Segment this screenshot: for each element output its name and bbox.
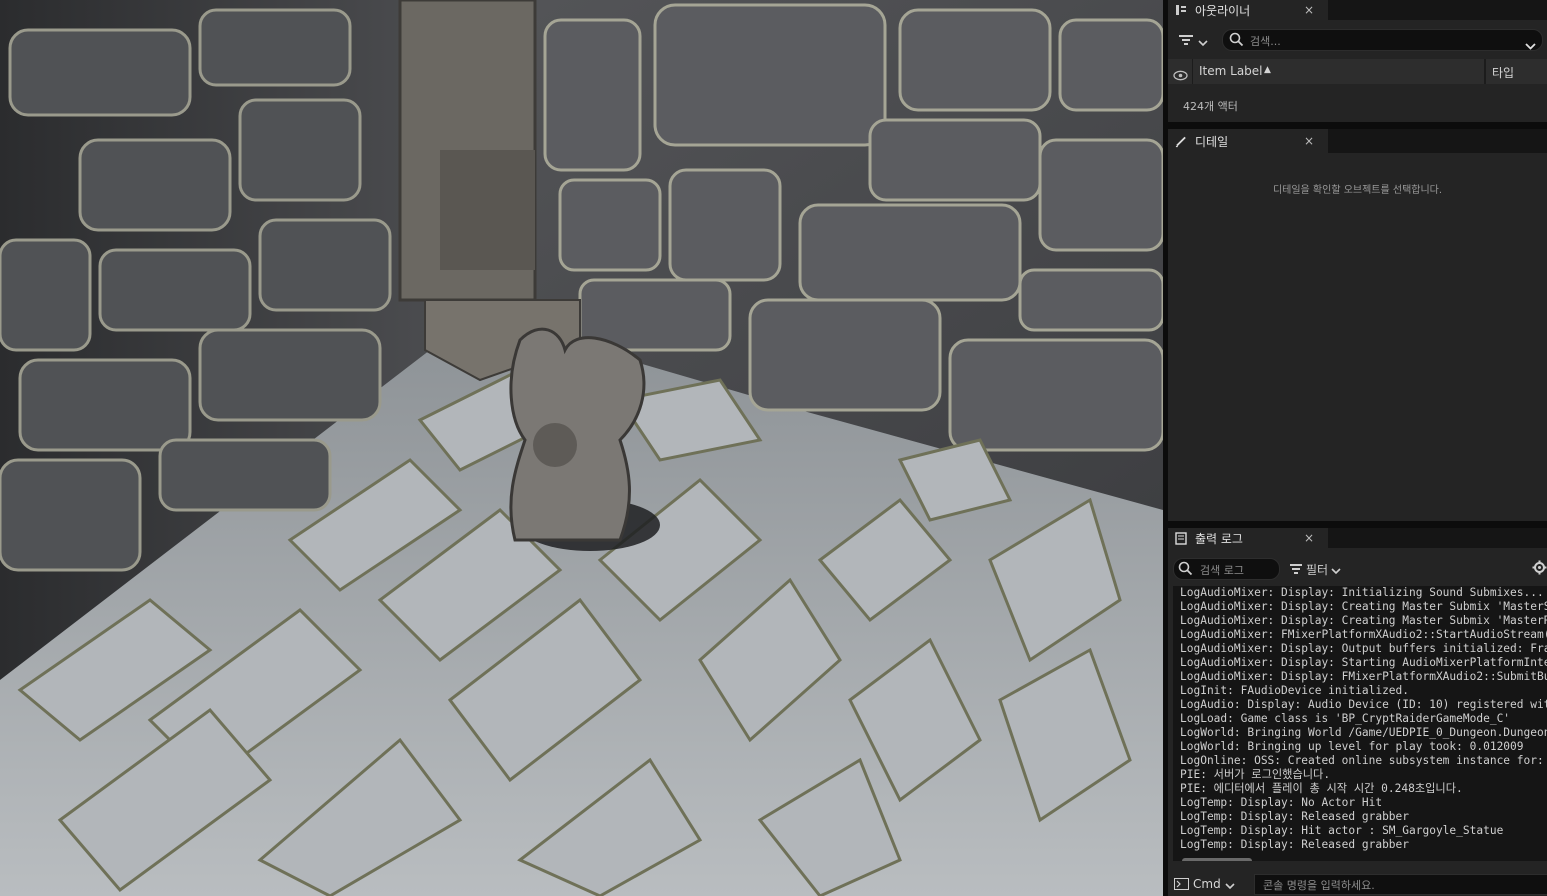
search-icon xyxy=(1229,32,1244,51)
console-command-bar: Cmd 콘솔 명령을 입력하세요. xyxy=(1168,871,1547,896)
log-line: LogLoad: Game class is 'BP_CryptRaiderGa… xyxy=(1180,712,1511,725)
column-type-text: 타입 xyxy=(1492,66,1515,80)
chevron-down-icon xyxy=(1331,560,1341,579)
cmd-label: Cmd xyxy=(1193,877,1221,891)
details-empty-message: 디테일을 확인할 오브젝트를 선택합니다. xyxy=(1272,185,1443,196)
log-line: LogInit: FAudioDevice initialized. xyxy=(1180,684,1410,697)
details-panel: 디테일 × 디테일을 확인할 오브젝트를 선택합니다. xyxy=(1168,129,1547,521)
tab-details[interactable]: 디테일 × xyxy=(1168,129,1328,153)
chevron-down-icon xyxy=(1225,875,1235,894)
log-line: LogAudioMixer: Display: Creating Master … xyxy=(1180,614,1547,627)
log-line: LogAudioMixer: Display: Starting AudioMi… xyxy=(1180,656,1547,669)
log-line: PIE: 서버가 로그인했습니다. xyxy=(1180,768,1331,781)
console-icon xyxy=(1174,875,1189,894)
search-icon xyxy=(1178,561,1193,580)
cmd-placeholder: 콘솔 명령을 입력하세요. xyxy=(1263,879,1375,892)
outliner-panel: 아웃라이너 × 검색... Item Label ▲ 타입 424개 액터 xyxy=(1168,0,1547,122)
outliner-tab-label: 아웃라이너 xyxy=(1195,3,1251,18)
log-line: LogTemp: Display: Hit actor : SM_Gargoyl… xyxy=(1180,824,1504,837)
dungeon-scene xyxy=(0,0,1163,896)
tab-outliner[interactable]: 아웃라이너 × xyxy=(1168,0,1328,20)
horizontal-scrollbar[interactable] xyxy=(1182,858,1252,861)
level-viewport[interactable] xyxy=(0,0,1163,896)
tab-output-log[interactable]: 출력 로그 × xyxy=(1168,528,1328,548)
console-command-input[interactable]: 콘솔 명령을 입력하세요. xyxy=(1254,874,1547,895)
chevron-down-icon[interactable] xyxy=(1525,35,1536,54)
log-line: LogTemp: Display: No Actor Hit xyxy=(1180,796,1383,809)
column-item-label-text: Item Label xyxy=(1199,64,1263,78)
panel-splitter[interactable] xyxy=(1168,521,1547,528)
output-log-tabbar: 출력 로그 × xyxy=(1168,528,1547,548)
search-placeholder: 검색... xyxy=(1250,35,1281,48)
log-line: LogAudio: Display: Audio Device (ID: 10)… xyxy=(1180,698,1547,711)
log-output-area[interactable]: LogAudioMixer: Display: Initializing Sou… xyxy=(1173,586,1547,861)
filter-dropdown[interactable] xyxy=(1178,32,1208,51)
filter-icon xyxy=(1289,560,1303,579)
outliner-tabbar: 아웃라이너 × xyxy=(1168,0,1547,20)
log-line: LogAudioMixer: Display: Initializing Sou… xyxy=(1180,586,1544,599)
log-icon xyxy=(1175,531,1187,545)
log-line: LogOnline: OSS: Created online subsystem… xyxy=(1180,754,1547,767)
close-icon[interactable]: × xyxy=(1304,531,1314,545)
panel-splitter[interactable] xyxy=(1168,122,1547,129)
output-log-toolbar: 검색 로그 필터 xyxy=(1168,548,1547,586)
actor-count: 424개 액터 xyxy=(1183,100,1238,113)
output-log-tab-label: 출력 로그 xyxy=(1195,531,1243,546)
outliner-column-header: Item Label ▲ 타입 xyxy=(1168,59,1547,84)
log-search-input[interactable]: 검색 로그 xyxy=(1173,558,1280,580)
log-line: LogWorld: Bringing up level for play too… xyxy=(1180,740,1524,753)
filter-icon xyxy=(1178,32,1194,51)
chevron-down-icon xyxy=(1198,32,1208,51)
outliner-search-input[interactable]: 검색... xyxy=(1222,29,1543,51)
log-line: LogAudioMixer: Display: FMixerPlatformXA… xyxy=(1180,670,1547,683)
output-log-panel: 출력 로그 × 검색 로그 필터 LogAudioMixer: Display:… xyxy=(1168,528,1547,896)
sort-ascending-icon: ▲ xyxy=(1264,65,1271,75)
log-line: LogAudioMixer: FMixerPlatformXAudio2::St… xyxy=(1180,628,1547,641)
gargoyle-statue[interactable] xyxy=(509,327,646,542)
column-type[interactable]: 타입 xyxy=(1484,59,1547,84)
cmd-dropdown[interactable]: Cmd xyxy=(1174,874,1235,894)
tree-icon xyxy=(1175,4,1187,16)
close-icon[interactable]: × xyxy=(1304,3,1314,17)
log-line: LogTemp: Display: Released grabber xyxy=(1180,838,1410,851)
log-search-placeholder: 검색 로그 xyxy=(1200,564,1244,577)
filter-dropdown[interactable]: 필터 xyxy=(1289,560,1341,579)
details-tab-label: 디테일 xyxy=(1195,134,1229,149)
eye-icon[interactable] xyxy=(1173,66,1188,85)
log-line: PIE: 에디터에서 플레이 총 시작 시간 0.248초입니다. xyxy=(1180,782,1463,795)
log-line: LogAudioMixer: Display: Creating Master … xyxy=(1180,600,1547,613)
log-line: LogWorld: Bringing World /Game/UEDPIE_0_… xyxy=(1180,726,1547,739)
gear-icon[interactable] xyxy=(1532,560,1547,579)
outliner-footer: 424개 액터 xyxy=(1168,88,1547,122)
pencil-icon xyxy=(1175,135,1187,147)
details-tabbar: 디테일 × xyxy=(1168,129,1547,153)
log-line: LogTemp: Display: Released grabber xyxy=(1180,810,1410,823)
column-item-label[interactable]: Item Label ▲ xyxy=(1192,59,1487,84)
filter-label: 필터 xyxy=(1306,563,1329,577)
close-icon[interactable]: × xyxy=(1304,134,1314,148)
log-line: LogAudioMixer: Display: Output buffers i… xyxy=(1180,642,1547,655)
log-lines: LogAudioMixer: Display: Initializing Sou… xyxy=(1180,586,1547,852)
